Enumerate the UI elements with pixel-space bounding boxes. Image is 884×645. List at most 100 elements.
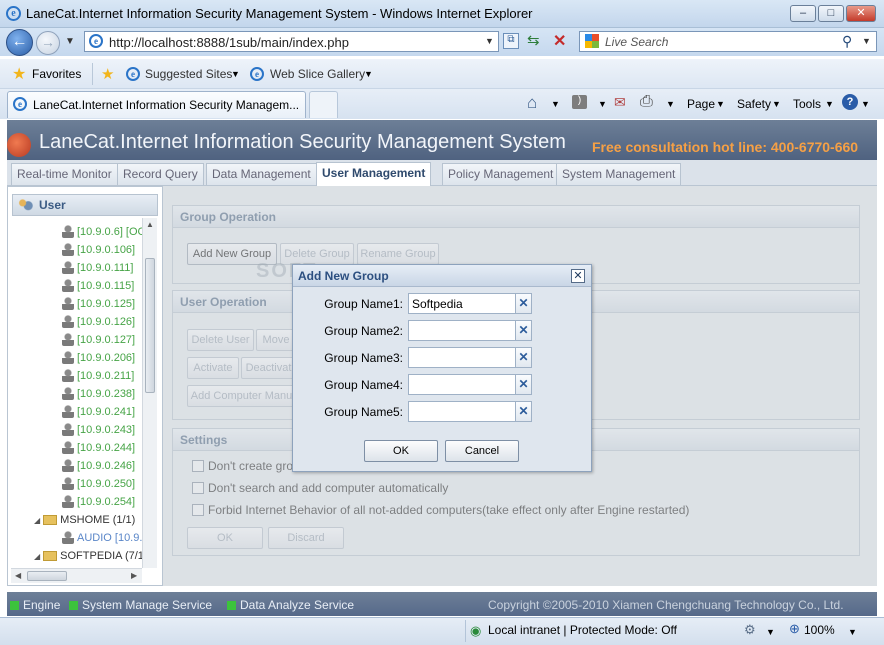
tab-system-management[interactable]: System Management <box>556 163 682 185</box>
page-chevron-icon[interactable]: ▼ <box>716 99 725 109</box>
protected-mode-icon[interactable]: ⚙ <box>744 622 756 638</box>
tools-chevron-icon[interactable]: ▼ <box>825 99 834 109</box>
collapse-triangle-icon[interactable]: ◢ <box>34 516 40 525</box>
browser-tab-title: LaneCat.Internet Information Security Ma… <box>33 98 300 112</box>
computer-icon <box>62 315 74 328</box>
recent-pages-chevron-icon[interactable]: ▼ <box>65 36 75 47</box>
tree-item[interactable]: [10.9.0.243] <box>62 423 135 439</box>
help-icon[interactable]: ? <box>842 94 858 110</box>
search-icon[interactable]: ⚲ <box>842 33 852 50</box>
clear-name1-icon[interactable]: ✕ <box>515 293 532 314</box>
minimize-button[interactable]: – <box>790 5 816 22</box>
tab-data-management[interactable]: Data Management <box>206 163 317 185</box>
dialog-close-icon[interactable]: ✕ <box>571 269 585 283</box>
tree-item[interactable]: [10.9.0.241] <box>62 405 135 421</box>
scroll-left-icon[interactable]: ◀ <box>15 571 21 580</box>
data-analyze-service-status: Data Analyze Service <box>227 598 354 612</box>
folder-icon <box>43 551 58 562</box>
tree-item[interactable]: [10.9.0.125] <box>62 297 135 313</box>
tree-vertical-scrollbar[interactable]: ▲ <box>142 218 157 568</box>
app-title: LaneCat.Internet Information Security Ma… <box>39 131 566 153</box>
maximize-button[interactable]: □ <box>818 5 844 22</box>
clear-name4-icon[interactable]: ✕ <box>515 374 532 395</box>
protected-chevron-icon[interactable]: ▼ <box>766 627 775 637</box>
suggested-sites-link[interactable]: Suggested Sites <box>145 67 232 81</box>
tree-item-partial[interactable]: [10.9.0.6] [OC <box>62 225 145 241</box>
tab-record-query[interactable]: Record Query <box>117 163 204 185</box>
new-tab-button[interactable] <box>309 91 338 118</box>
tree-item[interactable]: [10.9.0.126] <box>62 315 135 331</box>
hscroll-thumb[interactable] <box>27 571 67 581</box>
clear-name5-icon[interactable]: ✕ <box>515 401 532 422</box>
group-name2-input[interactable] <box>408 320 516 341</box>
feeds-icon[interactable]: ) <box>572 95 587 109</box>
refresh-icon[interactable]: ⇆ <box>527 31 540 49</box>
tab-user-management[interactable]: User Management <box>316 162 432 186</box>
close-window-button[interactable]: ✕ <box>846 5 876 22</box>
clear-name3-icon[interactable]: ✕ <box>515 347 532 368</box>
tree-item[interactable]: [10.9.0.115] <box>62 279 134 295</box>
tree-item[interactable]: [10.9.0.250] <box>62 477 135 493</box>
tree-horizontal-scrollbar[interactable]: ◀ ▶ <box>11 568 142 583</box>
group-name5-input[interactable] <box>408 401 516 422</box>
collapse-triangle-icon[interactable]: ◢ <box>34 552 40 561</box>
tree-item-audio[interactable]: AUDIO [10.9. <box>62 531 142 547</box>
tab-policy-management[interactable]: Policy Management <box>442 163 560 185</box>
feeds-chevron-icon[interactable]: ▼ <box>598 99 607 109</box>
scroll-thumb[interactable] <box>145 258 155 393</box>
tree-item[interactable]: [10.9.0.206] <box>62 351 135 367</box>
tree-item[interactable]: [10.9.0.211] <box>62 369 134 385</box>
computer-icon <box>62 441 74 454</box>
tree-folder-mshome[interactable]: ◢ MSHOME (1/1) <box>34 513 135 529</box>
dialog-ok-button[interactable]: OK <box>364 440 438 462</box>
tree-item[interactable]: [10.9.0.254] <box>62 495 135 511</box>
home-icon[interactable]: ⌂ <box>527 93 537 113</box>
browser-tab-active[interactable]: e LaneCat.Internet Information Security … <box>7 91 306 118</box>
tree-item[interactable]: [10.9.0.127] <box>62 333 135 349</box>
add-favorites-icon[interactable]: ★ <box>101 65 114 83</box>
tab-real-time-monitor[interactable]: Real-time Monitor <box>11 163 118 185</box>
tree-folder-softpedia[interactable]: ◢ SOFTPEDIA (7/1 <box>34 549 144 565</box>
clear-name2-icon[interactable]: ✕ <box>515 320 532 341</box>
address-dropdown-icon[interactable]: ▼ <box>485 36 494 46</box>
scroll-right-icon[interactable]: ▶ <box>131 571 137 580</box>
security-zone-text[interactable]: Local intranet | Protected Mode: Off <box>488 623 677 637</box>
dialog-header: Add New Group ✕ <box>293 265 591 287</box>
safety-chevron-icon[interactable]: ▼ <box>772 99 781 109</box>
tree-item[interactable]: [10.9.0.246] <box>62 459 135 475</box>
forward-icon[interactable]: → <box>36 31 60 55</box>
zoom-icon[interactable]: ⊕ <box>789 621 800 637</box>
tree-item[interactable]: [10.9.0.244] <box>62 441 135 457</box>
engine-status: Engine <box>10 598 60 612</box>
address-bar[interactable]: e http://localhost:8888/1sub/main/index.… <box>84 31 499 52</box>
group-name1-input[interactable] <box>408 293 516 314</box>
web-slice-gallery-link[interactable]: Web Slice Gallery <box>270 67 365 81</box>
zoom-chevron-icon[interactable]: ▼ <box>848 627 857 637</box>
search-dropdown-icon[interactable]: ▼ <box>862 36 871 46</box>
web-slice-chevron-icon[interactable]: ▼ <box>364 69 373 79</box>
tree-item[interactable]: [10.9.0.106] <box>62 243 135 259</box>
scroll-up-icon[interactable]: ▲ <box>146 220 154 229</box>
print-icon[interactable]: ⎙ <box>640 93 653 111</box>
help-chevron-icon[interactable]: ▼ <box>861 99 870 109</box>
favorites-button[interactable]: Favorites <box>32 67 81 81</box>
stop-icon[interactable]: ✕ <box>553 31 566 51</box>
tree-item[interactable]: [10.9.0.111] <box>62 261 133 277</box>
home-chevron-icon[interactable]: ▼ <box>551 99 560 109</box>
dialog-cancel-button[interactable]: Cancel <box>445 440 519 462</box>
group-name3-input[interactable] <box>408 347 516 368</box>
compatibility-view-icon[interactable]: ⧉ <box>503 33 519 49</box>
safety-menu[interactable]: Safety <box>737 97 771 111</box>
suggested-sites-chevron-icon[interactable]: ▼ <box>231 69 240 79</box>
print-chevron-icon[interactable]: ▼ <box>666 99 675 109</box>
tree-item[interactable]: [10.9.0.238] <box>62 387 135 403</box>
users-icon <box>17 198 33 212</box>
search-box[interactable]: Live Search ⚲ ▼ <box>579 31 877 52</box>
zoom-level[interactable]: 100% <box>804 623 835 637</box>
group-name4-input[interactable] <box>408 374 516 395</box>
page-menu[interactable]: Page <box>687 97 715 111</box>
computer-icon <box>62 261 74 274</box>
back-icon[interactable]: ← <box>6 29 33 56</box>
read-mail-icon[interactable]: ✉ <box>614 94 626 111</box>
tools-menu[interactable]: Tools <box>793 97 821 111</box>
